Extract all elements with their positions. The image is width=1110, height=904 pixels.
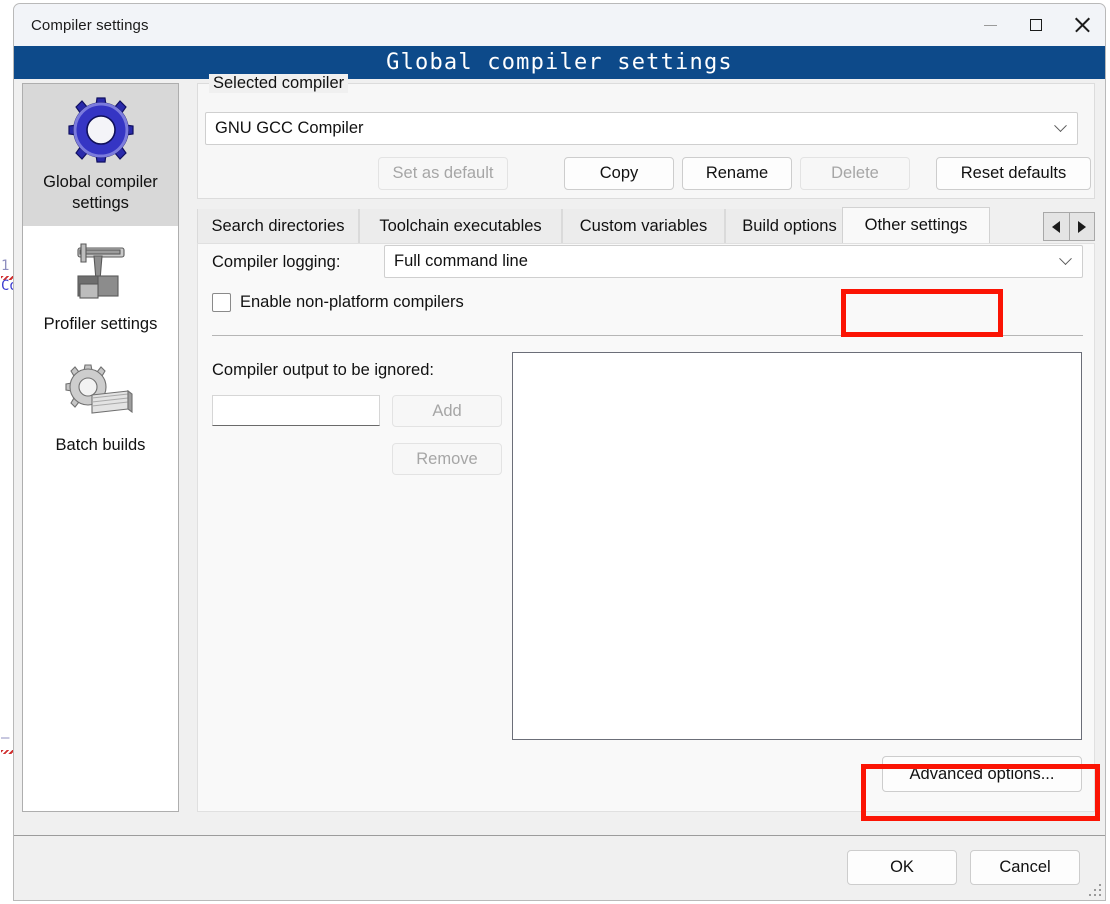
set-as-default-button[interactable]: Set as default [378,157,508,190]
copy-button[interactable]: Copy [564,157,674,190]
tab-scroll-right-button[interactable] [1068,213,1095,240]
compiler-output-ignored-label: Compiler output to be ignored: [212,361,434,379]
compiler-logging-select[interactable]: Full command line [384,245,1083,278]
resize-grip-icon[interactable] [1088,884,1101,897]
sidebar-item-label: Global compiler settings [43,173,158,213]
window-controls [967,4,1105,46]
compiler-settings-window: Compiler settings Global compiler settin… [13,3,1106,901]
compiler-logging-label: Compiler logging: [212,253,341,271]
compiler-logging-value: Full command line [394,252,528,270]
window-title: Compiler settings [31,16,149,34]
tab-scroll-left-button[interactable] [1044,213,1069,240]
page-banner: Global compiler settings [14,46,1105,79]
reset-defaults-button[interactable]: Reset defaults [936,157,1091,190]
sidebar-item-label: Batch builds [55,436,146,455]
background-line-number-2: – [1,730,10,746]
sidebar-item-batch-builds[interactable]: Batch builds [23,347,178,468]
other-settings-panel: Compiler logging: Full command line Enab… [197,243,1095,812]
close-button[interactable] [1059,4,1105,46]
enable-non-platform-compilers-row[interactable]: Enable non-platform compilers [212,293,464,312]
delete-button[interactable]: Delete [800,157,910,190]
enable-non-platform-compilers-label: Enable non-platform compilers [240,293,464,311]
tab-other-settings[interactable]: Other settings [842,207,990,243]
sidebar-item-global-compiler-settings[interactable]: Global compiler settings [23,84,178,227]
tab-toolchain-executables[interactable]: Toolchain executables [359,209,562,243]
chevron-down-icon [1048,252,1082,266]
advanced-options-button[interactable]: Advanced options... [882,756,1082,792]
tab-custom-variables[interactable]: Custom variables [562,209,725,243]
tab-search-directories[interactable]: Search directories [197,209,359,243]
sidebar-item-label: Profiler settings [43,315,158,334]
compiler-select-value: GNU GCC Compiler [215,119,364,137]
triangle-left-icon [1052,220,1061,233]
ok-button[interactable]: OK [847,850,957,885]
settings-content-panel: Selected compiler GNU GCC Compiler Set a… [192,74,1098,812]
title-bar: Compiler settings [14,4,1105,46]
maximize-button[interactable] [1013,4,1059,46]
tab-build-options[interactable]: Build options [725,209,854,243]
triangle-right-icon [1077,220,1086,233]
caliper-blocks-icon [76,243,125,299]
minimize-icon [983,24,997,26]
remove-ignored-output-button[interactable]: Remove [392,443,502,475]
enable-non-platform-compilers-checkbox[interactable] [212,293,231,312]
add-ignored-output-button[interactable]: Add [392,395,502,427]
rename-button[interactable]: Rename [682,157,792,190]
selected-compiler-legend: Selected compiler [209,74,349,93]
chevron-down-icon [1043,119,1077,133]
sidebar-item-profiler-settings[interactable]: Profiler settings [23,226,178,347]
ignored-output-input[interactable] [212,395,380,426]
compiler-actions-row: Set as default Copy Rename Delete Reset … [205,157,1091,190]
cancel-button[interactable]: Cancel [970,850,1080,885]
dialog-body: Global compiler settings Profiler settin… [14,74,1105,877]
settings-tabstrip: Search directories Toolchain executables… [197,207,1095,243]
background-line-number: 1 [1,258,10,274]
dialog-footer: OK Cancel [14,835,1105,900]
close-icon [1074,17,1090,33]
blue-gear-icon [67,97,134,163]
maximize-icon [1030,19,1042,31]
minimize-button[interactable] [967,4,1013,46]
compiler-select[interactable]: GNU GCC Compiler [205,112,1078,145]
section-divider [212,335,1083,336]
page-title: Global compiler settings [386,50,733,75]
ignored-output-listbox[interactable] [512,352,1082,740]
tab-scroll-buttons [1043,212,1095,241]
settings-sidebar: Global compiler settings Profiler settin… [22,83,179,812]
gear-stack-icon [64,364,133,414]
